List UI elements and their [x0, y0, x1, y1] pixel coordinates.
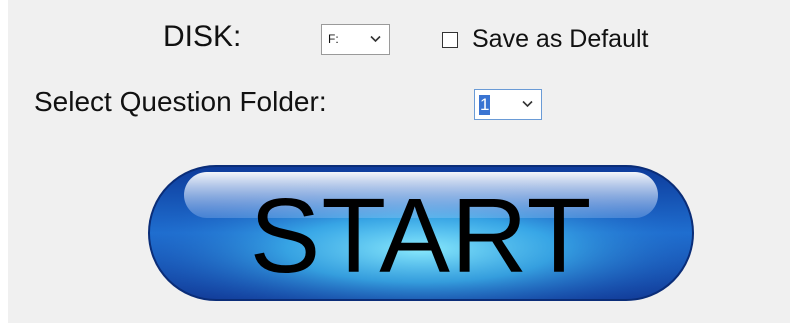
folder-select-value: 1 [479, 95, 491, 115]
folder-select[interactable]: 1 [474, 89, 542, 120]
save-default-label[interactable]: Save as Default [472, 25, 649, 54]
chevron-down-icon[interactable] [370, 35, 381, 43]
disk-select[interactable]: F: [321, 24, 390, 55]
start-button[interactable]: START [146, 163, 696, 303]
chevron-down-icon[interactable] [522, 100, 533, 108]
start-label: START [249, 177, 593, 295]
save-default-checkbox[interactable] [442, 32, 458, 48]
folder-label: Select Question Folder: [34, 86, 327, 117]
disk-select-value: F: [328, 32, 339, 46]
disk-label: DISK: [163, 20, 242, 53]
